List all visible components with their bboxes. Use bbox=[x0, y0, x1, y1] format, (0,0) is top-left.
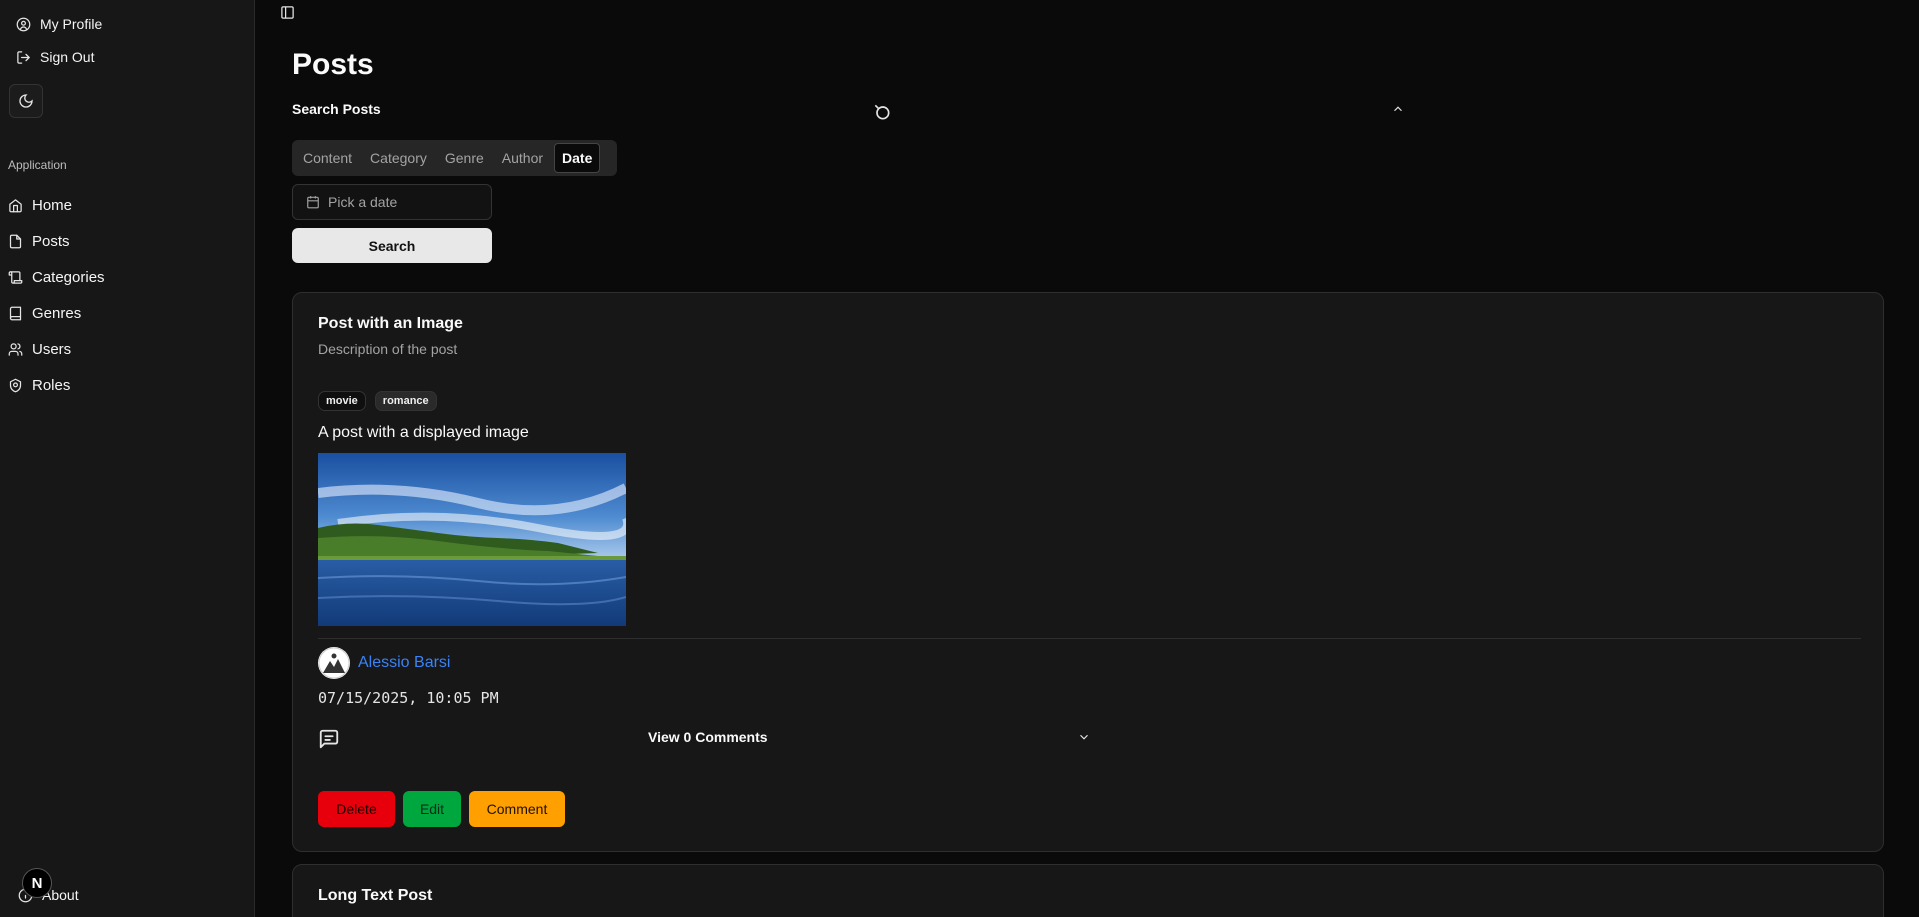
date-placeholder: Pick a date bbox=[328, 194, 398, 210]
sidebar-item-label: Posts bbox=[32, 233, 70, 250]
chevron-down-icon[interactable] bbox=[1077, 730, 1091, 744]
my-profile-label: My Profile bbox=[40, 16, 103, 32]
post-image bbox=[318, 453, 626, 626]
sidebar-item-roles[interactable]: Roles bbox=[8, 377, 70, 394]
author-link[interactable]: Alessio Barsi bbox=[358, 654, 450, 672]
sidebar-item-label: Home bbox=[32, 197, 73, 214]
comment-button[interactable]: Comment bbox=[469, 791, 565, 827]
sidebar-item-genres[interactable]: Genres bbox=[8, 305, 81, 322]
user-circle-icon bbox=[16, 17, 31, 31]
search-button[interactable]: Search bbox=[292, 228, 492, 263]
calendar-icon bbox=[307, 196, 319, 209]
log-out-icon bbox=[17, 50, 30, 64]
avatar[interactable] bbox=[318, 647, 350, 679]
page-title: Posts bbox=[292, 48, 374, 81]
tag-badge: romance bbox=[374, 391, 437, 411]
chevron-up-icon bbox=[1394, 106, 1402, 112]
message-square-icon bbox=[318, 728, 340, 750]
divider bbox=[318, 638, 1861, 639]
tab-category[interactable]: Category bbox=[363, 144, 434, 172]
tag-badge: movie bbox=[318, 391, 366, 411]
search-section-title: Search Posts bbox=[292, 101, 381, 117]
post-title: Long Text Post bbox=[318, 887, 433, 904]
post-actions: Delete Edit Comment bbox=[318, 791, 565, 827]
my-profile-link[interactable]: My Profile bbox=[16, 16, 102, 32]
edit-button[interactable]: Edit bbox=[403, 791, 461, 827]
post-title: Post with an Image bbox=[318, 315, 463, 332]
sidebar-item-categories[interactable]: Categories bbox=[8, 269, 105, 286]
tab-content[interactable]: Content bbox=[296, 144, 359, 172]
file-icon bbox=[9, 234, 22, 249]
sidebar-item-label: Users bbox=[32, 341, 72, 358]
nextjs-badge[interactable]: N bbox=[22, 868, 52, 898]
loading-cursor-icon bbox=[872, 102, 892, 122]
book-icon bbox=[9, 306, 22, 321]
moon-icon bbox=[19, 94, 33, 108]
sidebar-group-label: Application bbox=[8, 158, 67, 172]
tab-author[interactable]: Author bbox=[495, 144, 550, 172]
sidebar-item-label: Roles bbox=[32, 377, 71, 394]
collapse-search-button[interactable] bbox=[1391, 102, 1405, 116]
view-comments-toggle[interactable]: View 0 Comments bbox=[648, 729, 768, 745]
shield-icon bbox=[9, 378, 22, 393]
post-card: Long Text Post bbox=[292, 864, 1884, 917]
post-content: A post with a displayed image bbox=[318, 424, 529, 441]
scroll-icon bbox=[8, 271, 23, 284]
sidebar-item-home[interactable]: Home bbox=[8, 197, 72, 214]
main-content: Posts Search Posts Content Category Genr… bbox=[256, 0, 1919, 917]
delete-button[interactable]: Delete bbox=[318, 791, 395, 827]
sidebar-item-users[interactable]: Users bbox=[8, 341, 71, 358]
tab-date[interactable]: Date bbox=[554, 143, 601, 173]
users-icon bbox=[8, 343, 23, 356]
sidebar-item-label: Genres bbox=[32, 305, 82, 322]
search-tabs: Content Category Genre Author Date bbox=[292, 140, 617, 176]
sidebar-item-label: Categories bbox=[32, 269, 105, 286]
sidebar-item-posts[interactable]: Posts bbox=[8, 233, 70, 250]
post-card: Post with an Image Description of the po… bbox=[292, 292, 1884, 852]
tab-genre[interactable]: Genre bbox=[438, 144, 491, 172]
panel-left-icon bbox=[281, 6, 294, 19]
sidebar: My Profile Sign Out Application Home Pos… bbox=[0, 0, 255, 917]
date-picker-button[interactable]: Pick a date bbox=[292, 184, 492, 220]
theme-toggle-button[interactable] bbox=[9, 84, 43, 118]
sign-out-label: Sign Out bbox=[40, 49, 95, 65]
home-icon bbox=[9, 199, 22, 213]
sidebar-toggle-button[interactable] bbox=[280, 5, 296, 21]
sign-out-link[interactable]: Sign Out bbox=[16, 49, 94, 65]
post-description: Description of the post bbox=[318, 341, 458, 357]
post-date: 07/15/2025, 10:05 PM bbox=[318, 689, 499, 707]
post-tags: movie romance bbox=[318, 391, 437, 411]
